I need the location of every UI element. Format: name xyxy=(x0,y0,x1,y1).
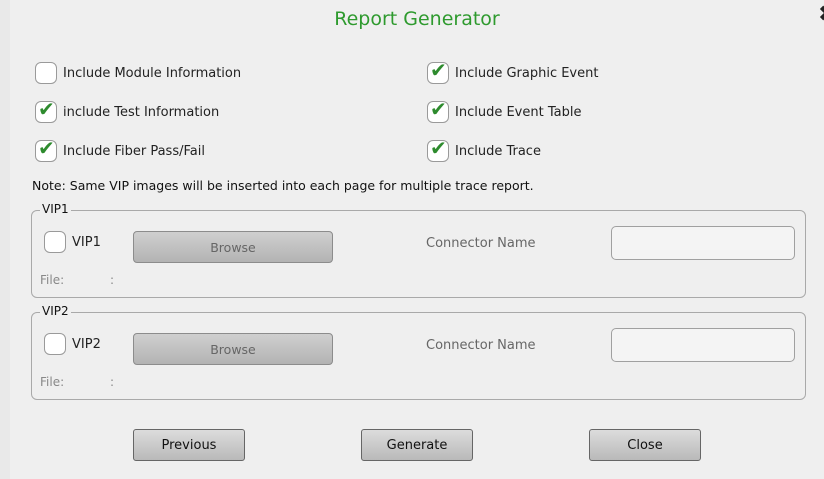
vip1-file-label: File: xyxy=(40,273,65,287)
checkbox[interactable]: ✔ xyxy=(35,97,57,123)
vip1-group-label: VIP1 xyxy=(40,202,71,216)
option-graphic-event[interactable]: ✔ Include Graphic Event xyxy=(427,58,599,84)
previous-button[interactable]: Previous xyxy=(133,429,245,461)
checkbox[interactable] xyxy=(35,62,57,84)
vip2-connector-name-input[interactable] xyxy=(611,328,795,362)
vip1-option[interactable]: VIP1 xyxy=(44,231,101,253)
close-icon[interactable]: ✖ xyxy=(818,2,824,27)
vip1-label: VIP1 xyxy=(72,234,101,250)
check-icon: ✔ xyxy=(430,97,447,121)
checkbox[interactable]: ✔ xyxy=(35,136,57,162)
vip1-connector-name-input[interactable] xyxy=(611,226,795,260)
option-fiber-pass-fail[interactable]: ✔ Include Fiber Pass/Fail xyxy=(35,136,205,162)
check-icon: ✔ xyxy=(38,97,55,121)
option-label: Include Trace xyxy=(455,143,541,159)
option-trace[interactable]: ✔ Include Trace xyxy=(427,136,541,162)
vip2-checkbox[interactable] xyxy=(44,333,66,355)
check-icon: ✔ xyxy=(430,136,447,160)
vip1-connector-label: Connector Name xyxy=(426,236,536,251)
option-label: include Test Information xyxy=(63,104,220,120)
report-generator-dialog: Report Generator ✖ Include Module Inform… xyxy=(10,0,824,479)
checkbox[interactable]: ✔ xyxy=(427,58,449,84)
option-event-table[interactable]: ✔ Include Event Table xyxy=(427,97,582,123)
vip2-connector-label: Connector Name xyxy=(426,338,536,353)
note-text: Note: Same VIP images will be inserted i… xyxy=(32,178,534,193)
dialog-title: Report Generator xyxy=(334,8,500,30)
vip2-file-separator: : xyxy=(110,375,115,389)
check-icon: ✔ xyxy=(430,58,447,82)
vip1-group: VIP1 VIP1 Browse Connector Name File: : xyxy=(31,202,806,298)
vip1-browse-button[interactable]: Browse xyxy=(133,231,333,263)
checkbox[interactable]: ✔ xyxy=(427,97,449,123)
vip2-group-label: VIP2 xyxy=(40,304,71,318)
generate-button[interactable]: Generate xyxy=(361,429,473,461)
vip2-group: VIP2 VIP2 Browse Connector Name File: : xyxy=(31,304,806,400)
vip2-browse-button[interactable]: Browse xyxy=(133,333,333,365)
close-button[interactable]: Close xyxy=(589,429,701,461)
vip2-file-label: File: xyxy=(40,375,65,389)
vip1-checkbox[interactable] xyxy=(44,231,66,253)
vip2-label: VIP2 xyxy=(72,336,101,352)
option-label: Include Fiber Pass/Fail xyxy=(63,143,205,159)
option-module-information[interactable]: Include Module Information xyxy=(35,62,241,84)
option-test-information[interactable]: ✔ include Test Information xyxy=(35,97,220,123)
check-icon: ✔ xyxy=(38,136,55,160)
option-label: Include Event Table xyxy=(455,104,582,120)
vip1-file-separator: : xyxy=(110,273,115,287)
option-label: Include Module Information xyxy=(63,65,242,81)
vip2-option[interactable]: VIP2 xyxy=(44,333,101,355)
checkbox[interactable]: ✔ xyxy=(427,136,449,162)
option-label: Include Graphic Event xyxy=(455,65,599,81)
